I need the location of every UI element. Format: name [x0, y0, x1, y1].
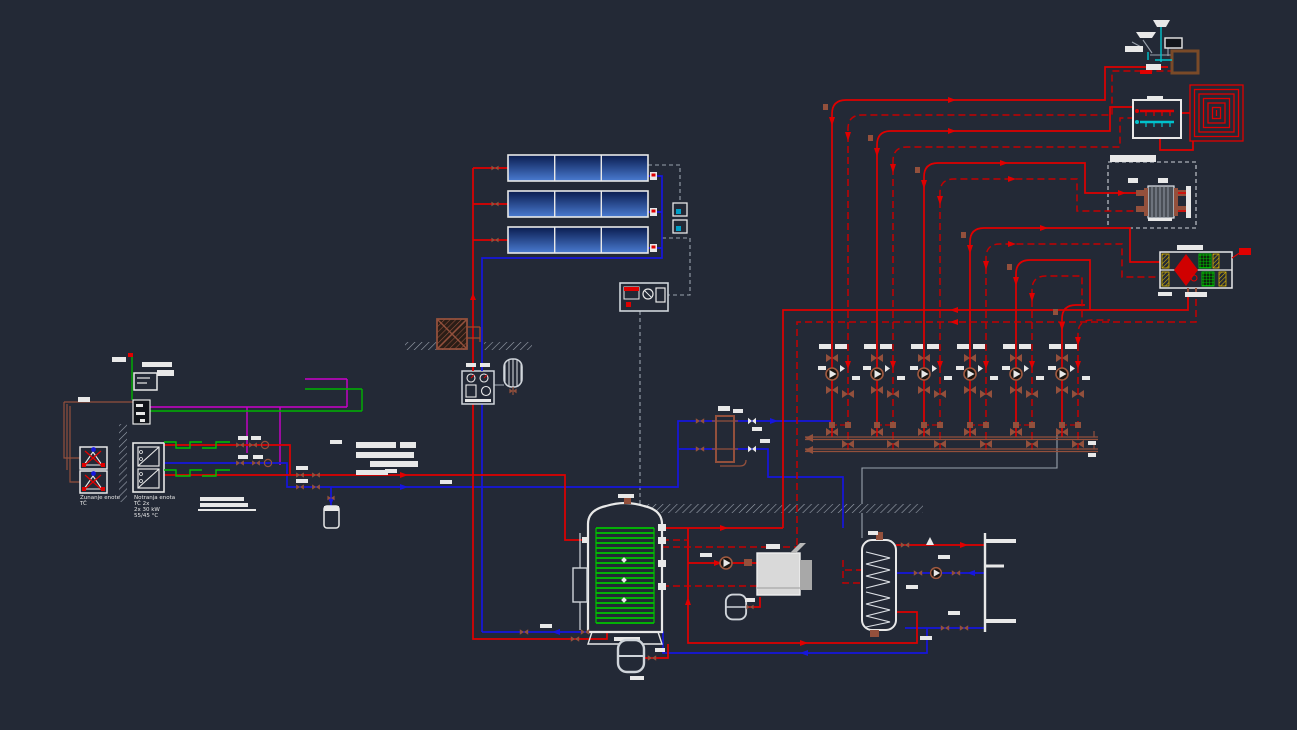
outdoor-unit-1 [80, 447, 107, 469]
dhw-circulation-pump [931, 568, 942, 579]
cad-text-label: TČ 2x [133, 500, 150, 507]
cad-drawing-canvas: Zunanje enoteTČNotranja enotaTČ 2x2x 30 … [0, 0, 1297, 730]
bathroom-flag-label [1125, 46, 1143, 52]
schematic-svg: Zunanje enoteTČNotranja enotaTČ 2x2x 30 … [0, 0, 1297, 730]
floor-heating-manifold-cabinet [1133, 100, 1181, 138]
solar-collector-row-2 [508, 191, 648, 217]
solar-controller-station [620, 283, 668, 311]
ahu-coil-1 [1199, 254, 1211, 268]
cad-text-label: TČ [79, 500, 87, 507]
wall-hatch [119, 424, 127, 502]
bathtub [1172, 51, 1198, 73]
bathroom-window [1165, 38, 1182, 48]
solar-pump-group [462, 366, 494, 404]
solar-collector-row-3 [508, 227, 648, 253]
heat-pump-indoor-cabinet [133, 443, 164, 492]
expansion-vessel-buffer [618, 640, 644, 672]
tank-level-gauge [573, 568, 587, 602]
cad-text-label: 55/45 °C [134, 513, 158, 519]
expansion-vessel-boiler [726, 595, 746, 620]
outdoor-unit-2 [80, 471, 107, 493]
solar-collector-row-1 [508, 155, 648, 181]
ahu-coil-2 [1202, 272, 1214, 286]
